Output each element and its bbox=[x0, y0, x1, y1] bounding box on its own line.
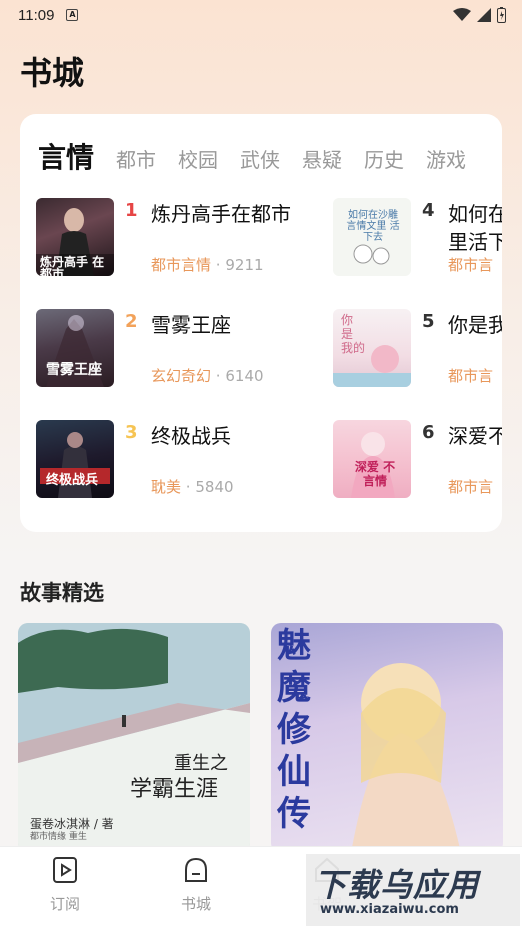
cover-title: 魅魔修仙传 bbox=[277, 626, 311, 834]
rank-number: 4 bbox=[422, 200, 435, 221]
book-title: 你是我 bbox=[448, 313, 502, 337]
story-card-2[interactable]: 魅魔修仙传 bbox=[271, 623, 503, 853]
page-title: 书城 bbox=[20, 54, 85, 92]
book-category: 都市言 bbox=[448, 478, 494, 496]
tab-lishi[interactable]: 历史 bbox=[364, 144, 404, 173]
rank-number: 5 bbox=[422, 311, 435, 332]
book-title: 终极战兵 bbox=[151, 424, 231, 448]
book-category: 都市言 bbox=[448, 256, 494, 274]
separator: · bbox=[185, 478, 191, 496]
book-title: 炼丹高手在都市 bbox=[151, 202, 291, 226]
rank-item-1[interactable]: 炼丹高手 在都市 1 炼丹高手在都市 都市言情 · 9211 bbox=[36, 198, 326, 278]
notification-icon: A bbox=[66, 9, 79, 21]
book-meta: 都市言 bbox=[448, 254, 493, 275]
tab-xiaoyuan[interactable]: 校园 bbox=[178, 144, 218, 173]
tab-wuxia[interactable]: 武侠 bbox=[240, 144, 280, 173]
book-title-line2: 里活下 bbox=[448, 230, 502, 254]
book-category: 玄幻奇幻 bbox=[151, 367, 212, 385]
cover-title-line2: 学霸生涯 bbox=[130, 777, 219, 802]
book-meta: 都市言 bbox=[448, 476, 493, 497]
story-card-1[interactable]: 重生之 学霸生涯 蛋卷冰淇淋 / 著 都市情缘 重生 bbox=[18, 623, 250, 853]
book-cover: 深爱 不言情 bbox=[333, 420, 411, 498]
status-time: 11:09 bbox=[18, 6, 55, 24]
book-title: 雪雾王座 bbox=[151, 313, 231, 337]
rank-number: 1 bbox=[125, 200, 138, 221]
cover-text: 深爱 不言情 bbox=[354, 460, 396, 488]
rank-item-2[interactable]: 雪雾王座 2 雪雾王座 玄幻奇幻 · 6140 bbox=[36, 309, 326, 389]
watermark-text: 下载乌应用 bbox=[314, 866, 480, 904]
battery-icon bbox=[497, 7, 506, 23]
signal-icon bbox=[477, 8, 491, 22]
store-icon bbox=[185, 857, 207, 882]
tab-yanqing[interactable]: 言情 bbox=[38, 136, 94, 176]
play-book-icon bbox=[53, 857, 77, 883]
cover-text: 终极战兵 bbox=[46, 473, 99, 488]
book-meta: 都市言情 · 9211 bbox=[151, 254, 264, 275]
separator: · bbox=[215, 256, 221, 274]
rank-number: 6 bbox=[422, 422, 435, 443]
watermark: 下载乌应用 www.xiazaiwu.com bbox=[306, 854, 520, 926]
book-meta: 玄幻奇幻 · 6140 bbox=[151, 365, 264, 386]
tab-youxi[interactable]: 游戏 bbox=[426, 144, 466, 173]
rank-item-5[interactable]: 你 是 我的 5 你是我 都市言 bbox=[333, 309, 502, 389]
tab-dushi[interactable]: 都市 bbox=[116, 144, 156, 173]
book-cover: 如何在沙雕 言情文里 活下去 bbox=[333, 198, 411, 276]
book-meta: 耽美 · 5840 bbox=[151, 476, 234, 497]
book-cover: 雪雾王座 bbox=[36, 309, 114, 387]
rank-number: 2 bbox=[125, 311, 138, 332]
nav-subscribe[interactable]: 订阅 bbox=[25, 857, 105, 914]
cover-text: 炼丹高手 在都市 bbox=[40, 255, 105, 276]
status-icons bbox=[453, 7, 506, 23]
tab-xuanyi[interactable]: 悬疑 bbox=[302, 144, 342, 173]
book-count: 6140 bbox=[225, 367, 264, 385]
status-bar: 11:09 A bbox=[0, 0, 522, 30]
book-cover: 你 是 我的 bbox=[333, 309, 411, 387]
rank-item-6[interactable]: 深爱 不言情 6 深爱不 都市言 bbox=[333, 420, 502, 500]
book-cover: 终极战兵 bbox=[36, 420, 114, 498]
book-category: 耽美 bbox=[151, 478, 182, 496]
watermark-url: www.xiazaiwu.com bbox=[320, 902, 459, 917]
book-count: 5840 bbox=[195, 478, 234, 496]
cover-text: 雪雾王座 bbox=[46, 362, 102, 378]
book-title: 如何在 bbox=[448, 202, 502, 226]
book-category: 都市言情 bbox=[151, 256, 212, 274]
nav-label: 书城 bbox=[180, 895, 211, 913]
ranking-card: 言情 都市 校园 武侠 悬疑 历史 游戏 炼丹高手 在都市 1 炼丹高手在都市 … bbox=[20, 114, 502, 532]
book-count: 9211 bbox=[225, 256, 264, 274]
nav-label: 订阅 bbox=[49, 895, 80, 913]
category-tabs: 言情 都市 校园 武侠 悬疑 历史 游戏 bbox=[38, 136, 488, 176]
nav-store[interactable]: 书城 bbox=[156, 857, 236, 914]
wifi-icon bbox=[453, 8, 471, 21]
separator: · bbox=[215, 367, 221, 385]
book-category: 都市言 bbox=[448, 367, 494, 385]
book-meta: 都市言 bbox=[448, 365, 493, 386]
rank-item-3[interactable]: 终极战兵 3 终极战兵 耽美 · 5840 bbox=[36, 420, 326, 500]
book-cover: 炼丹高手 在都市 bbox=[36, 198, 114, 276]
cover-tags: 都市情缘 重生 bbox=[30, 832, 87, 842]
rank-number: 3 bbox=[125, 422, 138, 443]
rank-item-4[interactable]: 如何在沙雕 言情文里 活下去 4 如何在 里活下 都市言 bbox=[333, 198, 502, 278]
section-title: 故事精选 bbox=[20, 581, 104, 605]
book-title: 深爱不 bbox=[448, 424, 502, 448]
